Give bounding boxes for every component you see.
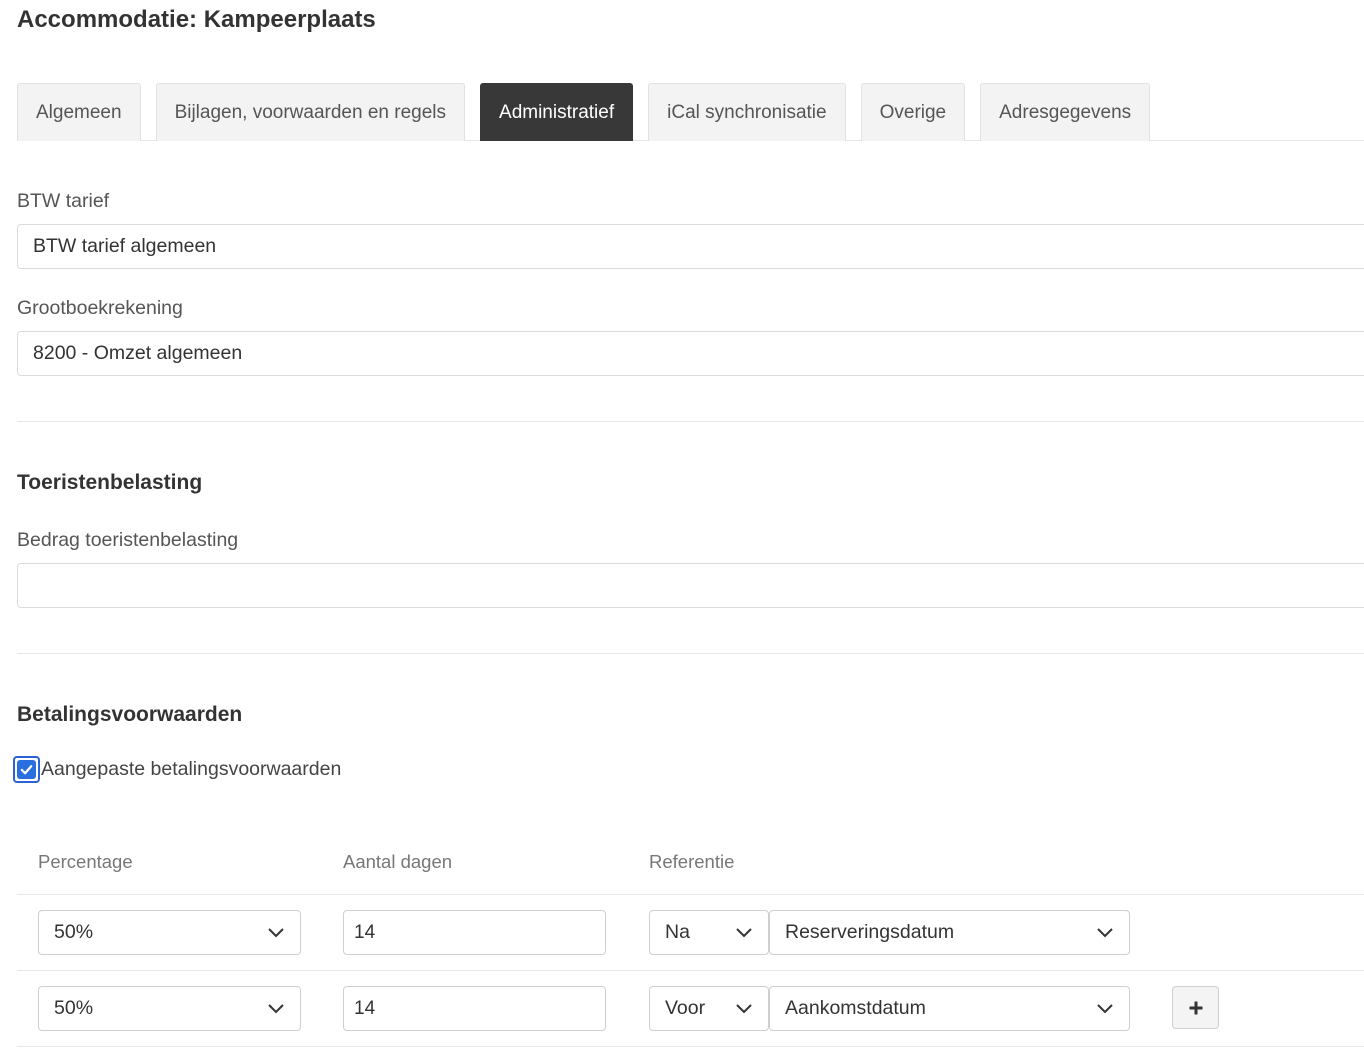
column-header-referentie: Referentie bbox=[649, 851, 735, 872]
column-header-percentage: Percentage bbox=[38, 851, 133, 872]
tab-bijlagen[interactable]: Bijlagen, voorwaarden en regels bbox=[155, 83, 466, 141]
btw-label: BTW tarief bbox=[17, 190, 110, 212]
tab-algemeen[interactable]: Algemeen bbox=[17, 83, 141, 141]
percentage-value: 50% bbox=[54, 921, 94, 943]
aantal-dagen-value: 14 bbox=[354, 921, 376, 943]
tab-administratief[interactable]: Administratief bbox=[480, 83, 634, 141]
tab-adresgegevens[interactable]: Adresgegevens bbox=[980, 83, 1151, 141]
custom-payment-terms-row: Aangepaste betalingsvoorwaarden bbox=[13, 756, 341, 783]
richting-value: Voor bbox=[665, 997, 706, 1019]
checkbox-fill bbox=[17, 760, 36, 779]
percentage-select[interactable]: 50% bbox=[38, 986, 301, 1031]
tab-bar: Algemeen Bijlagen, voorwaarden en regels… bbox=[17, 83, 1364, 141]
page: Accommodatie: Kampeerplaats Algemeen Bij… bbox=[0, 0, 1364, 1062]
toeristenbelasting-title: Toeristenbelasting bbox=[17, 471, 203, 494]
add-row-button[interactable] bbox=[1172, 986, 1219, 1029]
chevron-down-icon bbox=[268, 1003, 284, 1013]
richting-select[interactable]: Voor bbox=[649, 986, 769, 1031]
grootboek-value: 8200 - Omzet algemeen bbox=[33, 342, 243, 364]
table-divider bbox=[17, 1046, 1364, 1047]
custom-payment-terms-label: Aangepaste betalingsvoorwaarden bbox=[41, 758, 342, 780]
btw-select[interactable]: BTW tarief algemeen bbox=[17, 224, 1364, 269]
richting-select[interactable]: Na bbox=[649, 910, 769, 955]
aantal-dagen-input[interactable]: 14 bbox=[343, 910, 606, 955]
page-title: Accommodatie: Kampeerplaats bbox=[17, 6, 376, 33]
aantal-dagen-value: 14 bbox=[354, 997, 376, 1019]
chevron-down-icon bbox=[268, 927, 284, 937]
richting-value: Na bbox=[665, 921, 690, 943]
tab-overige[interactable]: Overige bbox=[860, 83, 966, 141]
percentage-select[interactable]: 50% bbox=[38, 910, 301, 955]
divider bbox=[17, 653, 1364, 654]
grootboek-label: Grootboekrekening bbox=[17, 297, 183, 319]
table-divider bbox=[17, 894, 1364, 895]
chevron-down-icon bbox=[736, 1003, 752, 1013]
toeristenbelasting-label: Bedrag toeristenbelasting bbox=[17, 529, 239, 551]
tab-ical[interactable]: iCal synchronisatie bbox=[648, 83, 846, 141]
referentie-select[interactable]: Aankomstdatum bbox=[769, 986, 1130, 1031]
grootboek-select[interactable]: 8200 - Omzet algemeen bbox=[17, 331, 1364, 376]
aantal-dagen-input[interactable]: 14 bbox=[343, 986, 606, 1031]
custom-payment-terms-checkbox[interactable] bbox=[13, 756, 40, 783]
referentie-select[interactable]: Reserveringsdatum bbox=[769, 910, 1130, 955]
divider bbox=[17, 421, 1364, 422]
chevron-down-icon bbox=[736, 927, 752, 937]
table-divider bbox=[17, 970, 1364, 971]
btw-value: BTW tarief algemeen bbox=[33, 235, 217, 257]
referentie-value: Reserveringsdatum bbox=[785, 921, 955, 943]
referentie-value: Aankomstdatum bbox=[785, 997, 926, 1019]
percentage-value: 50% bbox=[54, 997, 94, 1019]
chevron-down-icon bbox=[1097, 1003, 1113, 1013]
column-header-dagen: Aantal dagen bbox=[343, 851, 453, 872]
plus-icon bbox=[1189, 1001, 1202, 1014]
chevron-down-icon bbox=[1097, 927, 1113, 937]
check-icon bbox=[20, 765, 33, 775]
betalingsvoorwaarden-title: Betalingsvoorwaarden bbox=[17, 703, 243, 726]
toeristenbelasting-input[interactable] bbox=[17, 563, 1364, 608]
